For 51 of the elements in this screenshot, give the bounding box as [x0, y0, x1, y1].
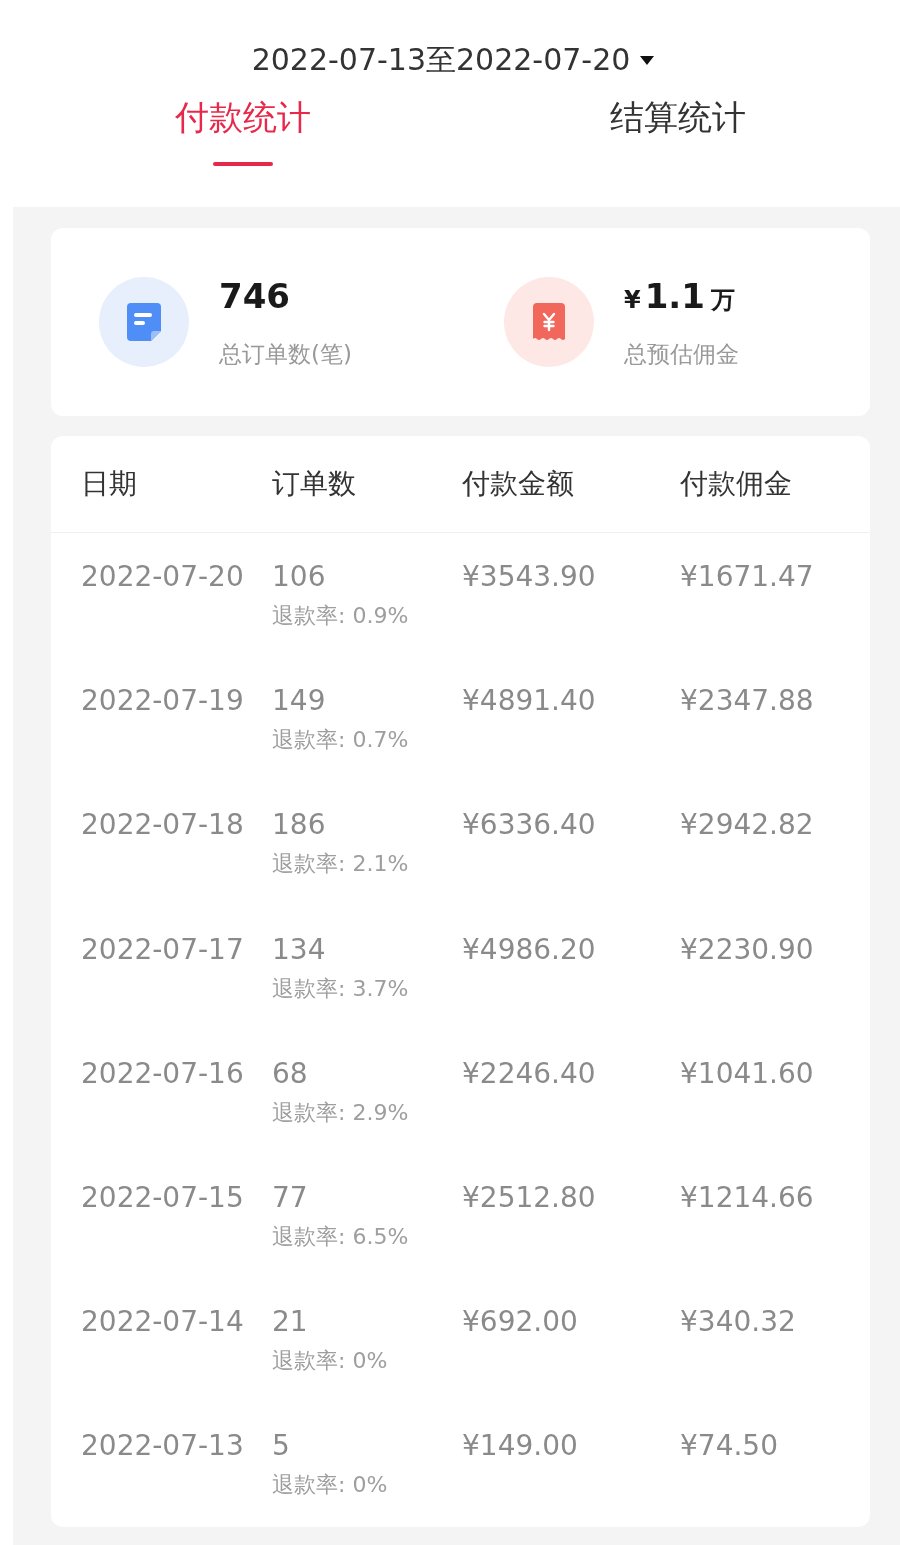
date-cell: 2022-07-20: [81, 560, 244, 594]
order-count-text: 77: [272, 1180, 308, 1215]
order-count-text: 5: [272, 1429, 290, 1464]
refund-rate-text: 退款率: 0%: [272, 1471, 388, 1500]
column-header: 付款金额: [462, 466, 574, 502]
refund-rate-text: 退款率: 2.1%: [272, 850, 409, 879]
amount-cell: ¥149.00: [462, 1429, 578, 1464]
commission-cell: ¥2230.90: [680, 932, 814, 967]
order-count-text: 21: [272, 1305, 308, 1340]
document-icon: [99, 277, 189, 367]
commission-cell: ¥1671.47: [680, 560, 814, 594]
column-header: 付款佣金: [680, 466, 792, 502]
amount-cell: ¥4986.20: [462, 932, 596, 967]
date-cell: 2022-07-19: [81, 684, 244, 719]
refund-rate-text: 退款率: 0%: [272, 1347, 388, 1376]
date-cell: 2022-07-18: [81, 808, 244, 843]
commission-cell: ¥1041.60: [680, 1056, 814, 1091]
refund-rate-text: 退款率: 2.9%: [272, 1098, 409, 1127]
date-cell: 2022-07-17: [81, 932, 244, 967]
column-header: 订单数: [272, 466, 356, 502]
stat-label: 总预估佣金: [624, 339, 739, 369]
refund-rate-text: 退款率: 0.7%: [272, 726, 409, 755]
stat-value: 746: [219, 275, 290, 318]
refund-rate-text: 退款率: 0.9%: [272, 602, 409, 630]
commission-cell: ¥1214.66: [680, 1180, 814, 1215]
amount-cell: ¥3543.90: [462, 560, 596, 594]
order-count-text: 149: [272, 684, 326, 719]
amount-cell: ¥6336.40: [462, 808, 596, 843]
commission-cell: ¥2347.88: [680, 684, 814, 719]
order-count-text: 68: [272, 1056, 308, 1091]
order-count-text: 186: [272, 808, 326, 843]
date-cell: 2022-07-15: [81, 1180, 244, 1215]
order-count-text: 134: [272, 932, 326, 967]
amount-cell: ¥692.00: [462, 1305, 578, 1340]
order-count-text: 106: [272, 560, 326, 594]
receipt-icon: [504, 277, 594, 367]
date-cell: 2022-07-13: [81, 1429, 244, 1464]
column-header: 日期: [81, 466, 137, 502]
amount-cell: ¥2246.40: [462, 1056, 596, 1091]
stat-label: 总订单数(笔): [219, 339, 352, 369]
commission-cell: ¥74.50: [680, 1429, 778, 1464]
amount-cell: ¥4891.40: [462, 684, 596, 719]
refund-rate-text: 退款率: 3.7%: [272, 974, 409, 1003]
commission-cell: ¥340.32: [680, 1305, 796, 1340]
amount-cell: ¥2512.80: [462, 1180, 596, 1215]
caret-icon: [640, 55, 655, 65]
date-cell: 2022-07-16: [81, 1056, 244, 1091]
refund-rate-text: 退款率: 6.5%: [272, 1222, 409, 1251]
stat-value: ¥1.1 万: [624, 275, 735, 318]
date-cell: 2022-07-14: [81, 1305, 244, 1340]
commission-cell: ¥2942.82: [680, 808, 814, 843]
